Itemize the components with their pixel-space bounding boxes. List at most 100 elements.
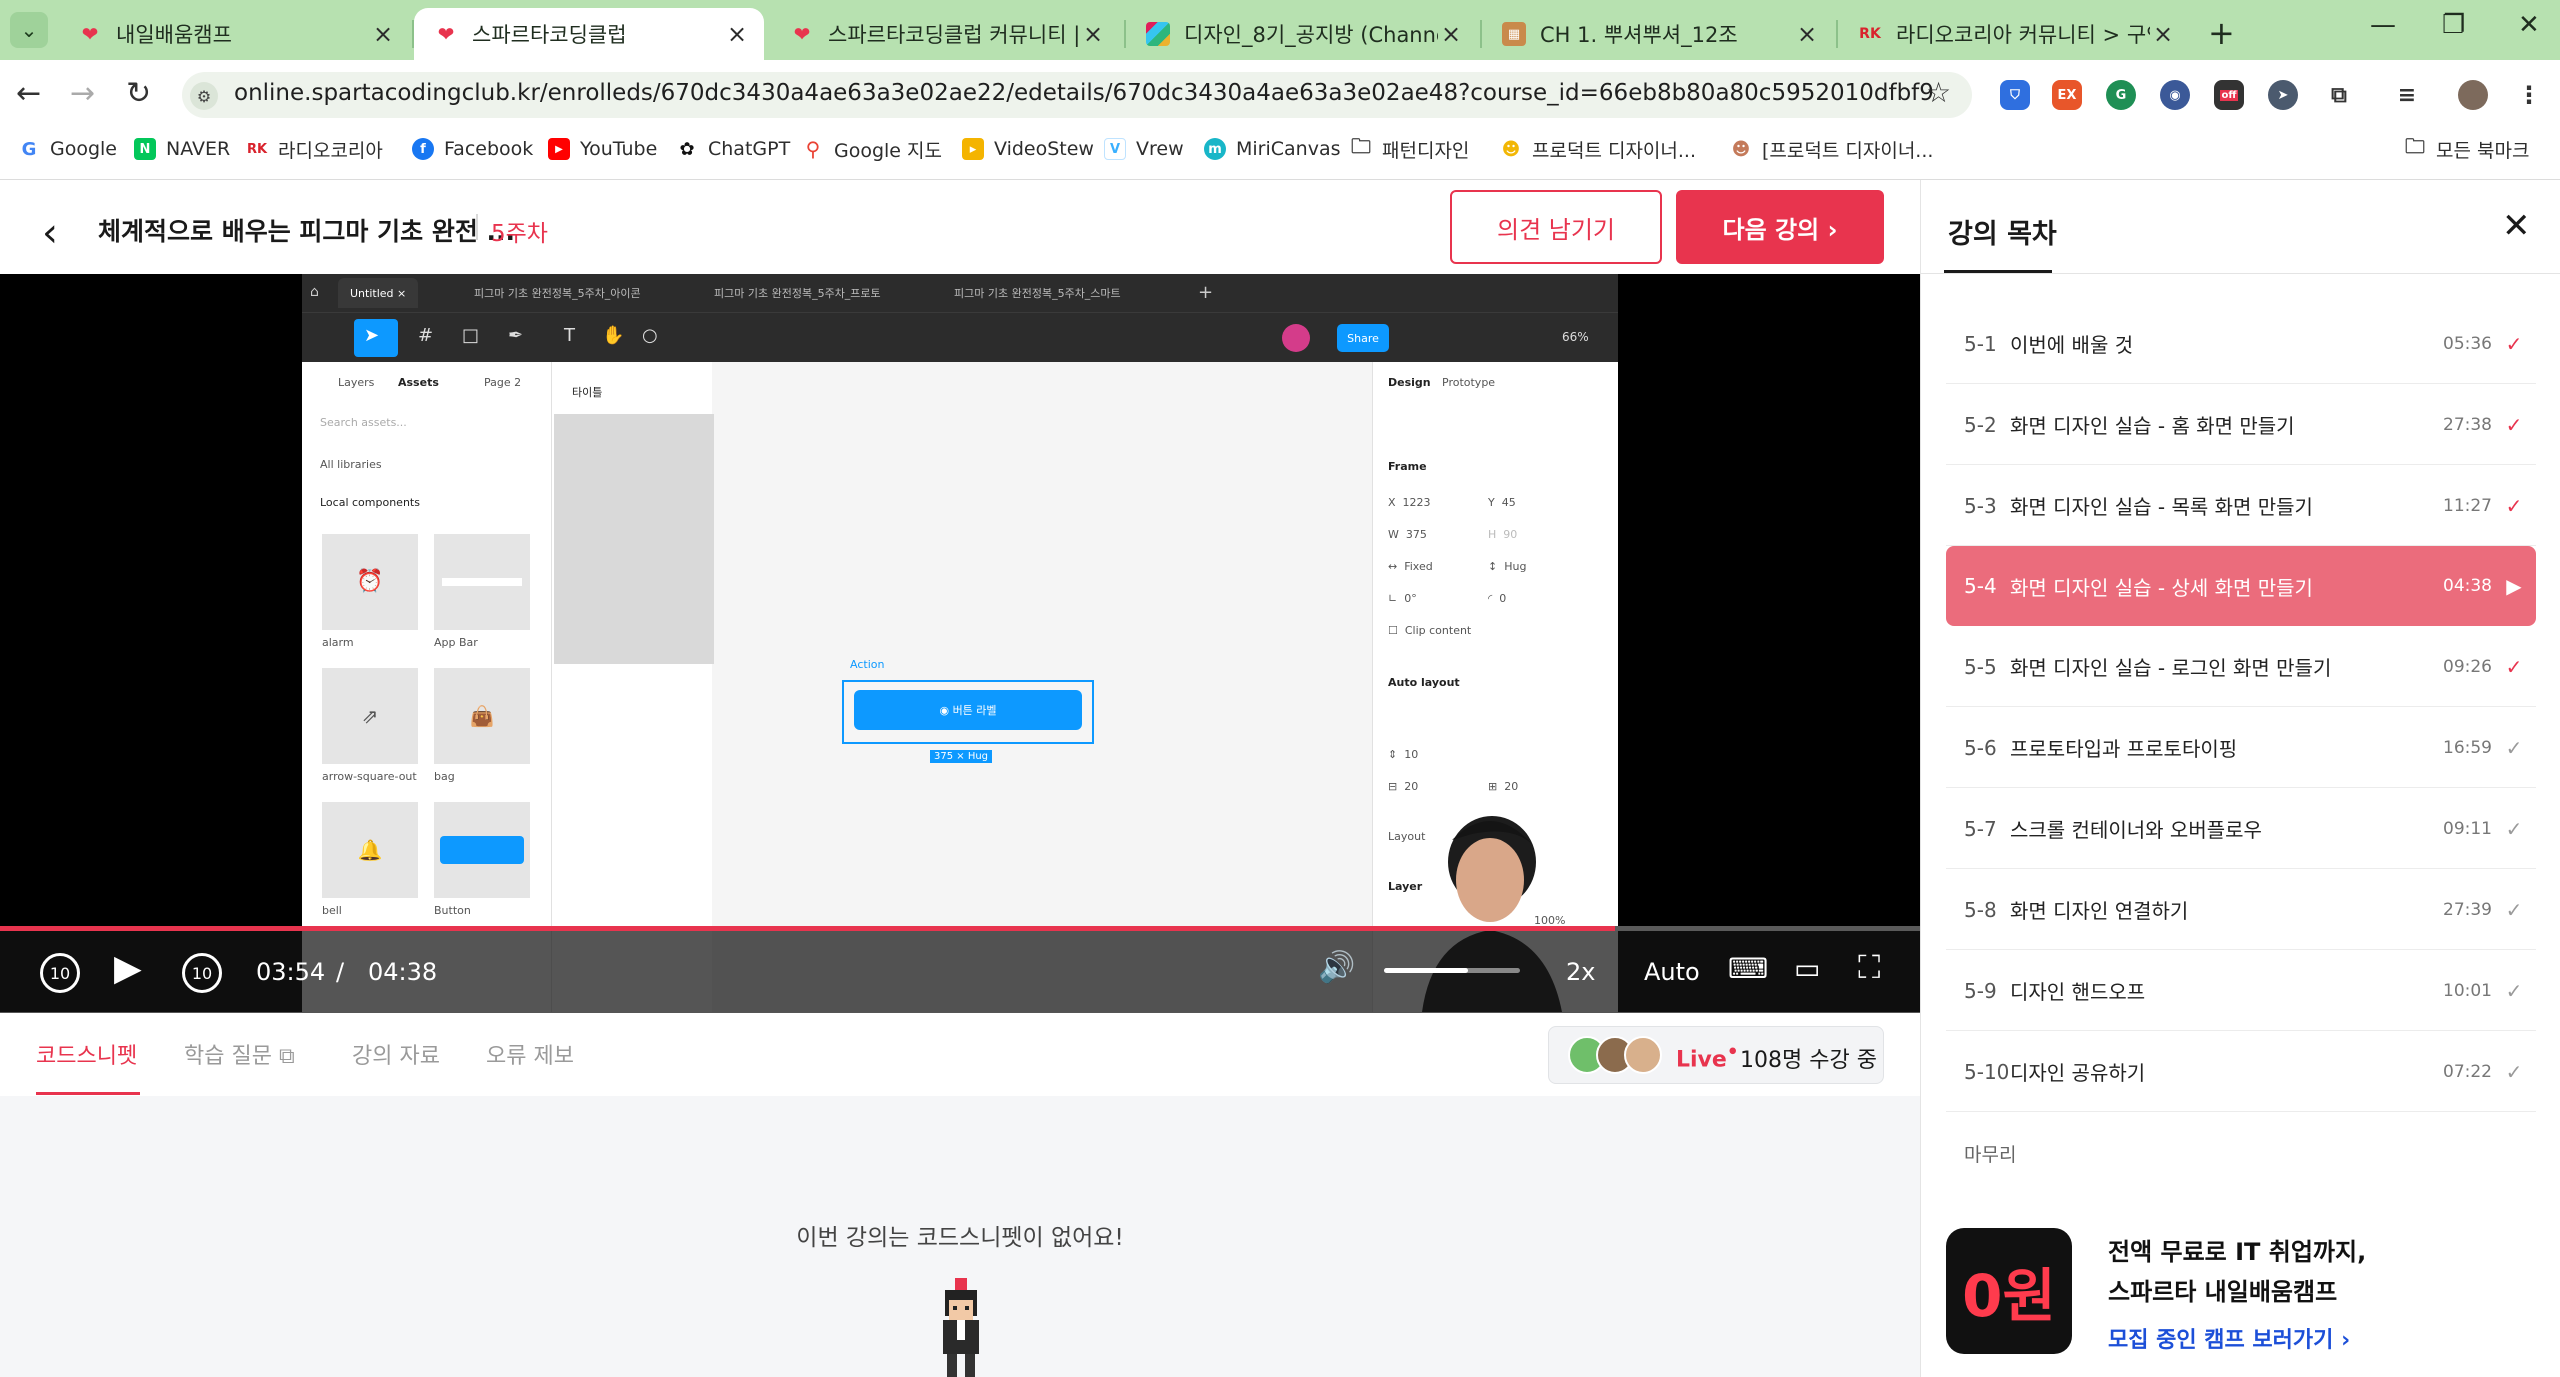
close-window-icon[interactable]: ✕ <box>2518 10 2540 40</box>
live-viewer-count: 108명 수강 중 <box>1740 1048 1877 1073</box>
external-link-icon: ⧉ <box>278 1044 295 1069</box>
browser-tab[interactable]: 디자인_8기_공지방 (Channel) - × <box>1126 8 1478 60</box>
live-label: Live• <box>1676 1042 1739 1073</box>
bookmark-youtube[interactable]: ▶ YouTube <box>548 134 657 164</box>
url-text[interactable]: online.spartacodingclub.kr/enrolleds/670… <box>234 80 1934 106</box>
more-menu-icon[interactable]: ⋮ <box>2514 80 2544 110</box>
off-extension-icon[interactable]: off <box>2214 80 2244 110</box>
all-bookmarks[interactable]: 🗀 모든 북마크 <box>2404 134 2529 164</box>
lesson-item[interactable]: 5-1 이번에 배울 것 05:36 ✓ <box>1946 304 2536 384</box>
bookmark-chatgpt[interactable]: ✿ ChatGPT <box>676 134 790 164</box>
tab-code-snippet[interactable]: 코드스니펫 <box>36 1038 137 1070</box>
close-tab-icon[interactable]: × <box>370 20 396 48</box>
bookmark-facebook[interactable]: f Facebook <box>412 134 533 164</box>
quality-select[interactable]: Auto <box>1644 958 1700 986</box>
ex-extension-icon[interactable]: EX <box>2052 80 2082 110</box>
figma-frame-label: 타이틀 <box>572 386 603 399</box>
bookmark-miricanvas[interactable]: m MiriCanvas <box>1204 134 1341 164</box>
tab-questions[interactable]: 학습 질문 ⧉ <box>184 1038 295 1070</box>
bookmark-vrew[interactable]: V Vrew <box>1104 134 1184 164</box>
bookmark-google-maps[interactable]: ⚲ Google 지도 <box>802 134 942 164</box>
miricanvas-icon: m <box>1204 138 1226 160</box>
bitwarden-extension-icon[interactable]: ⛉ <box>2000 80 2030 110</box>
lesson-item-current[interactable]: 5-4 화면 디자인 실습 - 상세 화면 만들기 04:38 ▶ <box>1946 546 2536 626</box>
puzzle-extensions-icon[interactable]: ⧉ <box>2324 80 2354 110</box>
rk-icon: RK <box>246 141 268 157</box>
arrow-square-out-icon: ⇗ <box>361 704 379 728</box>
heart-favicon-icon: ❤ <box>437 22 455 46</box>
mascot-illustration <box>943 1278 979 1377</box>
shield-extension-icon[interactable]: ◉ <box>2160 80 2190 110</box>
site-info-icon[interactable]: ⚙ <box>190 82 218 110</box>
close-sidebar-icon[interactable]: ✕ <box>2502 206 2531 246</box>
figma-user-avatar <box>1282 324 1310 352</box>
subtitles-icon[interactable]: ⌨ <box>1728 952 1768 985</box>
close-tab-icon[interactable]: × <box>1438 20 1464 48</box>
skip-forward-10-icon[interactable]: 10 <box>182 953 222 993</box>
facebook-icon: f <box>412 138 434 160</box>
close-tab-icon[interactable]: × <box>1794 20 1820 48</box>
emoji-icon: ☻ <box>1731 138 1751 160</box>
volume-icon[interactable]: 🔊 <box>1318 950 1355 985</box>
profile-avatar[interactable] <box>2458 80 2488 110</box>
youtube-icon: ▶ <box>548 138 570 160</box>
figma-share-button: Share <box>1337 324 1389 352</box>
back-icon[interactable]: ← <box>16 76 41 111</box>
lesson-item[interactable]: 5-2 화면 디자인 실습 - 홈 화면 만들기 27:38 ✓ <box>1946 385 2536 465</box>
browser-tab[interactable]: ❤ 내일배움캠프 × <box>58 8 410 60</box>
bookmark-videostew[interactable]: ▸ VideoStew <box>962 134 1094 164</box>
grammarly-extension-icon[interactable]: G <box>2106 80 2136 110</box>
theater-mode-icon[interactable]: ▭ <box>1794 952 1820 985</box>
volume-slider[interactable] <box>1384 968 1520 973</box>
promo-camp-link[interactable]: 모집 중인 캠프 보러가기 › <box>2108 1322 2350 1354</box>
lesson-item[interactable]: 5-3 화면 디자인 실습 - 목록 화면 만들기 11:27 ✓ <box>1946 466 2536 546</box>
forward-icon[interactable]: → <box>70 76 95 111</box>
lesson-item[interactable]: 5-9 디자인 핸드오프 10:01 ✓ <box>1946 951 2536 1031</box>
check-icon: ✓ <box>2505 331 2523 356</box>
fullscreen-icon[interactable]: ⛶ <box>1858 948 1880 987</box>
lesson-item[interactable]: 5-6 프로토타입과 프로토타이핑 16:59 ✓ <box>1946 708 2536 788</box>
finale-section-label[interactable]: 마무리 <box>1964 1140 2016 1167</box>
bookmark-star-icon[interactable]: ☆ <box>1926 76 1951 109</box>
new-tab-icon[interactable]: + <box>2208 14 2235 52</box>
leave-feedback-button[interactable]: 의견 남기기 <box>1450 190 1662 264</box>
browser-tab[interactable]: ❤ 스파르타코딩클럽 커뮤니티 | 스 × <box>770 8 1120 60</box>
next-lecture-button[interactable]: 다음 강의 › <box>1676 190 1884 264</box>
hand-tool-icon: ✋ <box>602 325 625 346</box>
bookmark-google[interactable]: G Google <box>18 134 117 164</box>
lesson-item[interactable]: 5-8 화면 디자인 연결하기 27:39 ✓ <box>1946 870 2536 950</box>
app-bar-thumbnail <box>434 534 530 630</box>
back-chevron-icon[interactable]: ‹ <box>42 210 58 256</box>
close-tab-icon[interactable]: × <box>724 20 750 48</box>
bootcamp-logo: 0원 <box>1946 1228 2072 1354</box>
lesson-item[interactable]: 5-5 화면 디자인 실습 - 로그인 화면 만들기 09:26 ✓ <box>1946 627 2536 707</box>
figma-size-badge: 375 × Hug <box>930 750 993 763</box>
tab-error-report[interactable]: 오류 제보 <box>486 1038 574 1070</box>
media-control-icon[interactable]: ≡ <box>2392 80 2422 110</box>
bookmark-pattern-design[interactable]: 🗀 패턴디자인 <box>1350 134 1469 164</box>
play-icon[interactable]: ▶ <box>114 948 142 989</box>
close-tab-icon[interactable]: × <box>1080 20 1106 48</box>
bookmark-product-designer-2[interactable]: ☻ [프로덕트 디자이너... <box>1730 134 1934 164</box>
browser-tab-active[interactable]: ❤ 스파르타코딩클럽 × <box>414 8 764 60</box>
skip-back-10-icon[interactable]: 10 <box>40 953 80 993</box>
lesson-item[interactable]: 5-7 스크롤 컨테이너와 오버플로우 09:11 ✓ <box>1946 789 2536 869</box>
tab-search-button[interactable]: ⌄ <box>10 12 48 48</box>
reload-icon[interactable]: ↻ <box>126 76 151 111</box>
bookmark-product-designer[interactable]: ☻ 프로덕트 디자이너... <box>1500 134 1696 164</box>
browser-tab[interactable]: RK 라디오코리아 커뮤니티 > 구인 × <box>1838 8 2190 60</box>
tab-materials[interactable]: 강의 자료 <box>352 1038 440 1070</box>
figma-libraries: All libraries <box>320 458 382 471</box>
cursor-extension-icon[interactable]: ➤ <box>2268 80 2298 110</box>
minimize-icon[interactable]: — <box>2370 10 2396 40</box>
browser-tab[interactable]: ▦ CH 1. 뿌셔뿌셔_12조 × <box>1482 8 1834 60</box>
bookmark-naver[interactable]: N NAVER <box>134 134 230 164</box>
folder-icon: 🗀 <box>1351 134 1371 158</box>
bookmark-radiokorea[interactable]: RK 라디오코리아 <box>246 134 383 164</box>
lesson-item[interactable]: 5-10 디자인 공유하기 07:22 ✓ <box>1946 1032 2536 1112</box>
playback-speed[interactable]: 2x <box>1566 958 1595 986</box>
total-duration: 04:38 <box>368 958 438 986</box>
close-tab-icon[interactable]: × <box>2150 20 2176 48</box>
check-icon: ✓ <box>2505 412 2523 437</box>
restore-icon[interactable]: ❐ <box>2442 10 2465 40</box>
